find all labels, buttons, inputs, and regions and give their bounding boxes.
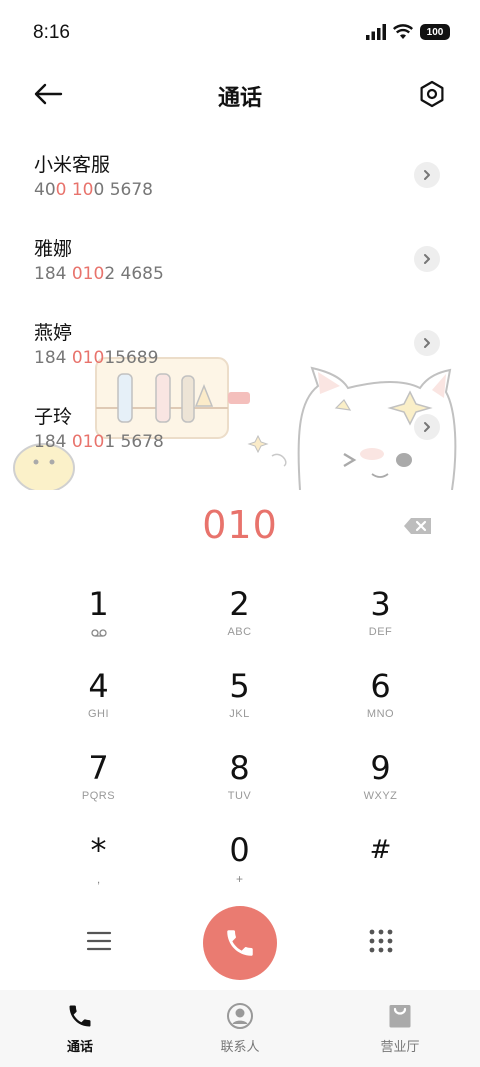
contact-result-2[interactable]: 燕婷 184 01015689 bbox=[0, 300, 480, 384]
key-4[interactable]: 4 GHI bbox=[28, 660, 169, 742]
dialer-action-row bbox=[0, 904, 480, 980]
key-hash[interactable]: # bbox=[310, 824, 451, 906]
contact-name: 小米客服 bbox=[34, 154, 111, 176]
key-digit: 7 bbox=[88, 749, 109, 787]
contact-number: 184 01015689 bbox=[34, 348, 158, 368]
key-6[interactable]: 6 MNO bbox=[310, 660, 451, 742]
contact-detail-button[interactable] bbox=[414, 414, 440, 440]
key-3[interactable]: 3 DEF bbox=[310, 578, 451, 660]
key-digit: 6 bbox=[370, 667, 391, 705]
page-title: 通话 bbox=[217, 86, 262, 111]
chevron-right-icon bbox=[424, 338, 430, 348]
chevron-right-icon bbox=[424, 422, 430, 432]
key-letters: DEF bbox=[368, 626, 393, 638]
key-7[interactable]: 7 PQRS bbox=[28, 742, 169, 824]
contact-number: 184 0102 4685 bbox=[34, 264, 164, 284]
phone-handset-icon bbox=[227, 930, 253, 956]
contact-result-1[interactable]: 雅娜 184 0102 4685 bbox=[0, 216, 480, 300]
keypad-toggle-button[interactable] bbox=[364, 924, 398, 958]
settings-button[interactable] bbox=[416, 78, 448, 110]
key-sub bbox=[90, 626, 107, 640]
contact-detail-button[interactable] bbox=[414, 330, 440, 356]
number-part: 15689 bbox=[104, 348, 159, 368]
contact-name: 雅娜 bbox=[34, 238, 73, 260]
bottom-navigation: 通话 联系人 营业厅 bbox=[0, 990, 480, 1067]
number-part: 0 5678 bbox=[93, 180, 153, 200]
contact-name: 燕婷 bbox=[34, 322, 73, 344]
key-sub: , bbox=[96, 872, 101, 886]
contact-number: 400 100 5678 bbox=[34, 180, 153, 200]
phone-icon bbox=[69, 1005, 91, 1027]
number-part: 184 bbox=[34, 432, 72, 452]
key-digit: 9 bbox=[370, 749, 391, 787]
key-digit: 2 bbox=[229, 585, 250, 623]
key-letters: PQRS bbox=[81, 790, 116, 802]
key-8[interactable]: 8 TUV bbox=[169, 742, 310, 824]
key-digit: 1 bbox=[88, 585, 109, 623]
key-letters: MNO bbox=[366, 708, 395, 720]
chevron-right-icon bbox=[424, 170, 430, 180]
contact-number: 184 0101 5678 bbox=[34, 432, 164, 452]
nav-tab-calls[interactable]: 通话 bbox=[0, 990, 160, 1067]
status-icons: 100 bbox=[366, 24, 450, 40]
signal-icon bbox=[366, 24, 386, 40]
number-match: 010 bbox=[71, 348, 105, 368]
number-part: 2 4685 bbox=[104, 264, 164, 284]
nav-tab-contacts[interactable]: 联系人 bbox=[160, 990, 320, 1067]
key-letters: WXYZ bbox=[363, 790, 398, 802]
contact-name: 子玲 bbox=[34, 406, 73, 428]
number-part: 184 bbox=[34, 264, 72, 284]
key-letters: TUV bbox=[227, 790, 252, 802]
key-0[interactable]: 0 + bbox=[169, 824, 310, 906]
settings-icon bbox=[420, 80, 444, 108]
menu-button[interactable] bbox=[82, 924, 116, 958]
number-part: 40 bbox=[34, 180, 56, 200]
call-button[interactable] bbox=[203, 906, 277, 980]
key-sub: + bbox=[235, 872, 243, 886]
dial-keypad: 1 2 ABC 3 DEF 4 GHI 5 JKL 6 MNO 7 PQRS 8… bbox=[28, 578, 452, 906]
chevron-right-icon bbox=[424, 254, 430, 264]
dialpad-grid-icon bbox=[369, 929, 393, 953]
key-letters: GHI bbox=[87, 708, 110, 720]
number-part: 184 bbox=[34, 348, 72, 368]
header: 通话 bbox=[0, 66, 480, 122]
voicemail-icon bbox=[90, 629, 107, 637]
key-digit: 0 bbox=[229, 831, 250, 869]
contact-detail-button[interactable] bbox=[414, 162, 440, 188]
store-bag-icon bbox=[389, 1005, 411, 1028]
contact-result-3[interactable]: 子玲 184 0101 5678 bbox=[0, 384, 480, 468]
number-part: 1 5678 bbox=[104, 432, 164, 452]
key-digit: # bbox=[369, 835, 392, 865]
battery-indicator: 100 bbox=[420, 24, 450, 40]
nav-label: 营业厅 bbox=[380, 1040, 420, 1055]
contact-detail-button[interactable] bbox=[414, 246, 440, 272]
matching-contacts-list: 小米客服 400 100 5678 雅娜 184 0102 4685 燕婷 18… bbox=[0, 132, 480, 487]
number-match: 010 bbox=[71, 264, 105, 284]
nav-label: 通话 bbox=[66, 1040, 93, 1055]
wifi-icon bbox=[393, 24, 413, 39]
contact-result-0[interactable]: 小米客服 400 100 5678 bbox=[0, 132, 480, 216]
backspace-icon bbox=[404, 518, 431, 534]
key-letters: JKL bbox=[229, 708, 250, 720]
key-digit: * bbox=[90, 831, 107, 869]
key-9[interactable]: 9 WXYZ bbox=[310, 742, 451, 824]
key-digit: 5 bbox=[229, 667, 250, 705]
key-digit: 8 bbox=[229, 749, 250, 787]
status-time: 8:16 bbox=[33, 22, 70, 43]
status-bar: 8:16 100 bbox=[0, 0, 480, 66]
backspace-button[interactable] bbox=[402, 514, 434, 538]
menu-icon bbox=[86, 931, 112, 951]
number-match: 010 bbox=[71, 432, 105, 452]
key-5[interactable]: 5 JKL bbox=[169, 660, 310, 742]
key-star[interactable]: * , bbox=[28, 824, 169, 906]
key-1[interactable]: 1 bbox=[28, 578, 169, 660]
key-letters: ABC bbox=[227, 626, 252, 638]
number-match: 0 10 bbox=[55, 180, 94, 200]
nav-label: 联系人 bbox=[220, 1040, 260, 1055]
key-digit: 4 bbox=[88, 667, 109, 705]
key-2[interactable]: 2 ABC bbox=[169, 578, 310, 660]
key-digit: 3 bbox=[370, 585, 391, 623]
nav-tab-store[interactable]: 营业厅 bbox=[320, 990, 480, 1067]
contacts-icon bbox=[227, 1003, 253, 1029]
